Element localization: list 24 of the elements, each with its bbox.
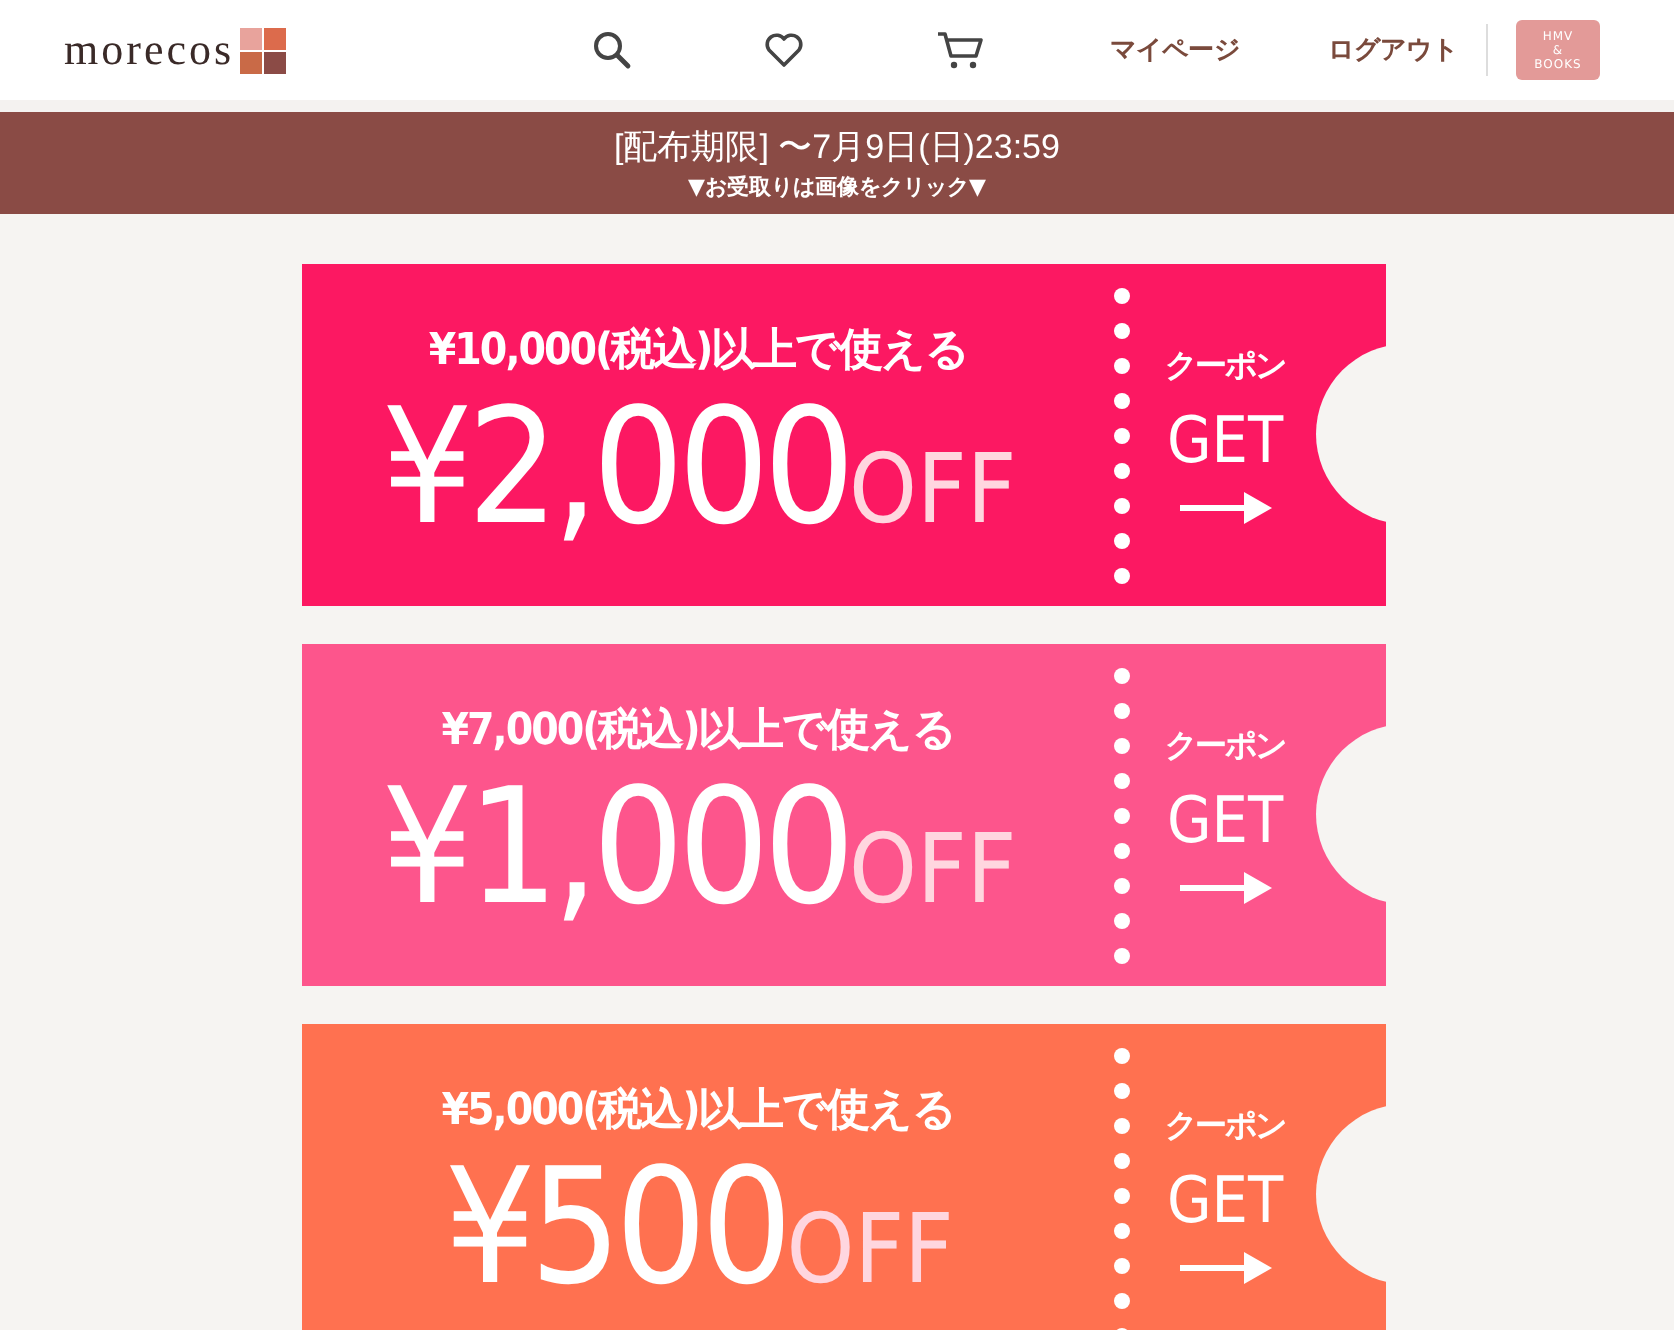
- coupon-label: クーポン: [1165, 346, 1285, 388]
- heart-icon[interactable]: [764, 32, 804, 68]
- coupon-card[interactable]: ¥10,000(税込)以上で使える ¥2,000OFF クーポン GET: [301, 264, 1385, 606]
- search-icon[interactable]: [592, 30, 632, 70]
- get-label: GET: [1166, 1160, 1284, 1240]
- header-link[interactable]: マイページ: [1110, 32, 1240, 68]
- arrow-icon: [1179, 1252, 1271, 1284]
- cart-icon[interactable]: [936, 30, 984, 70]
- get-label: GET: [1166, 400, 1284, 480]
- coupon-label: クーポン: [1165, 1106, 1285, 1148]
- logo-squares-icon: [240, 27, 287, 73]
- coupon-card[interactable]: ¥5,000(税込)以上で使える ¥500OFF クーポン GET: [301, 1024, 1385, 1330]
- off-label: OFF: [786, 1193, 954, 1305]
- deadline-text: [配布期限] 〜7月9日(日)23:59: [614, 126, 1060, 170]
- coupon-label: クーポン: [1165, 726, 1285, 768]
- arrow-icon: [1179, 872, 1271, 904]
- coupon-card[interactable]: ¥7,000(税込)以上で使える ¥1,000OFF クーポン GET: [301, 644, 1385, 986]
- hint-text: ▼お受取りは画像をクリック▼: [688, 172, 986, 202]
- off-label: OFF: [849, 813, 1017, 925]
- site-logo[interactable]: morecos: [64, 24, 235, 76]
- header-link[interactable]: ログアウト: [1328, 32, 1458, 68]
- arrow-icon: [1179, 492, 1271, 524]
- get-label: GET: [1166, 780, 1284, 860]
- off-label: OFF: [849, 433, 1017, 545]
